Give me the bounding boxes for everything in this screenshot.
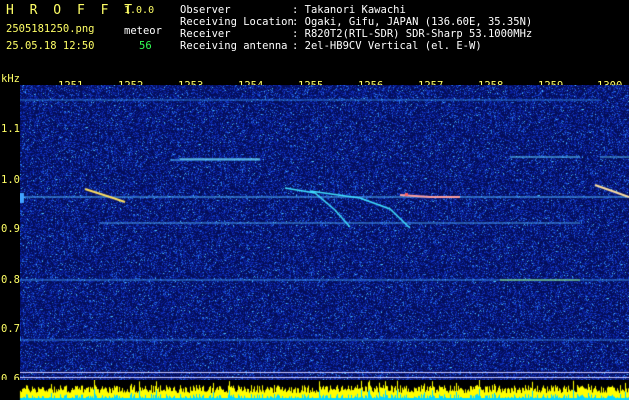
meteor-label: meteor (124, 25, 162, 37)
app-version: 1.0.0 (124, 5, 155, 16)
file-datetime: 25.05.18 12:50 (6, 40, 95, 52)
spectrogram (20, 85, 629, 381)
y-tick-label: 0.9 (1, 223, 20, 235)
signal-level-bar (0, 380, 629, 400)
file-name: 2505181250.png (6, 23, 95, 35)
info-value-receiver: : R820T2(RTL-SDR) SDR-Sharp 53.1000MHz (292, 28, 533, 40)
info-label-antenna: Receiving antenna (180, 40, 288, 52)
info-value-location: : Ogaki, Gifu, JAPAN (136.60E, 35.35N) (292, 16, 533, 28)
info-label-location: Receiving Location (180, 16, 294, 28)
info-value-antenna: : 2el-HB9CV Vertical (el. E-W) (292, 40, 482, 52)
y-tick-label: 0.8 (1, 274, 20, 286)
info-value-observer: : Takanori Kawachi (292, 4, 406, 16)
info-label-observer: Observer (180, 4, 231, 16)
info-label-receiver: Receiver (180, 28, 231, 40)
y-axis-unit: kHz (1, 73, 20, 85)
y-tick-label: 1.1 (1, 123, 20, 135)
y-tick-label: 1.0 (1, 174, 20, 186)
app-title: H R O F F T (6, 3, 137, 18)
y-tick-label: 0.7 (1, 323, 20, 335)
meteor-count: 56 (139, 40, 152, 52)
